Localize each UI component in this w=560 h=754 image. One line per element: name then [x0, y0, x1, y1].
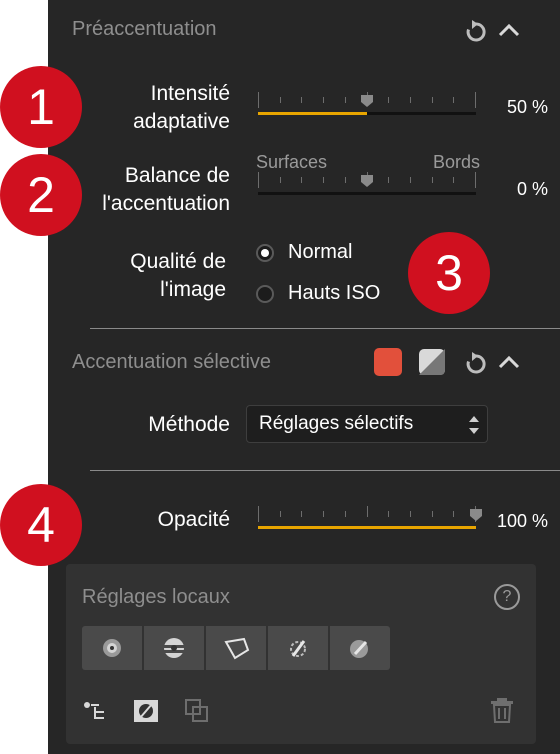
control-point-tool[interactable]: [82, 626, 142, 670]
slider-tick: [258, 172, 259, 188]
color-swatch[interactable]: [374, 348, 402, 376]
mask-toggle-icon[interactable]: [132, 698, 160, 724]
method-select[interactable]: Réglages sélectifs: [246, 405, 488, 443]
reset-icon[interactable]: [464, 20, 490, 44]
slider-tick: [388, 511, 389, 517]
divider: [90, 328, 560, 329]
slider-fill: [258, 526, 476, 529]
slider-tick: [410, 177, 411, 183]
slider-tick: [367, 506, 368, 517]
intensity-slider[interactable]: [258, 86, 476, 118]
slider-tick: [258, 92, 259, 108]
slider-tick: [432, 97, 433, 103]
method-label: Méthode: [148, 413, 230, 436]
slider-tick: [323, 511, 324, 517]
collapse-chevron-icon[interactable]: [498, 354, 520, 370]
slider-tick: [323, 97, 324, 103]
collapse-chevron-icon[interactable]: [498, 22, 520, 38]
slider-tick: [453, 511, 454, 517]
local-adjustments-panel: Réglages locaux ?: [66, 564, 536, 744]
badge-1: 1: [0, 66, 82, 148]
intensity-value: 50 %: [506, 97, 548, 117]
slider-tick: [432, 511, 433, 517]
slider-tick: [410, 511, 411, 517]
local-adjustments-title: Réglages locaux: [82, 586, 230, 608]
trash-icon[interactable]: [488, 696, 516, 724]
slider-tick: [388, 97, 389, 103]
slider-tick: [345, 97, 346, 103]
slider-tick: [280, 97, 281, 103]
eyedropper-tool[interactable]: [330, 626, 390, 670]
slider-tick: [432, 177, 433, 183]
eyedropper-icon: [350, 640, 368, 658]
slider-tick: [301, 97, 302, 103]
slider-tick: [280, 511, 281, 517]
slider-tick: [301, 511, 302, 517]
auto-mask-brush-icon: [290, 640, 306, 657]
slider-tick: [453, 177, 454, 183]
graduated-filter-tool[interactable]: [144, 626, 204, 670]
quality-high-iso-radio[interactable]: [256, 285, 274, 303]
gradient-toggle-icon[interactable]: [418, 348, 446, 376]
balance-slider[interactable]: [258, 166, 476, 198]
control-point-icon: [103, 639, 121, 657]
slider-tick: [475, 172, 476, 188]
quality-normal-radio[interactable]: [256, 244, 274, 262]
method-select-value: Réglages sélectifs: [259, 413, 414, 434]
quality-high-iso-label[interactable]: Hauts ISO: [288, 282, 380, 305]
polygon-tool[interactable]: [206, 626, 266, 670]
opacity-value: 100 %: [496, 511, 548, 531]
slider-tick: [301, 177, 302, 183]
badge-4: 4: [0, 484, 82, 566]
intensity-label: Intensité adaptative: [133, 82, 230, 133]
auto-mask-tool[interactable]: [268, 626, 328, 670]
slider-thumb[interactable]: [360, 94, 374, 108]
slider-tick: [323, 177, 324, 183]
reset-icon[interactable]: [464, 352, 490, 376]
badge-2: 2: [0, 154, 82, 236]
slider-tick: [388, 177, 389, 183]
badge-3: 3: [408, 232, 490, 314]
quality-label: Qualité de l'image: [130, 250, 226, 301]
slider-tick: [453, 97, 454, 103]
updown-arrows-icon: [469, 416, 479, 434]
slider-tick: [410, 97, 411, 103]
selective-section-title: Accentuation sélective: [72, 351, 272, 373]
slider-thumb[interactable]: [360, 174, 374, 188]
quality-normal-label[interactable]: Normal: [288, 241, 352, 264]
slider-tick: [475, 92, 476, 108]
duplicate-icon[interactable]: [184, 698, 210, 724]
graduated-filter-icon: [164, 638, 184, 658]
balance-value: 0 %: [516, 179, 548, 199]
slider-tick: [345, 177, 346, 183]
sharpening-section-title: Préaccentuation: [72, 18, 217, 40]
divider: [90, 470, 560, 471]
slider-tick: [345, 511, 346, 517]
slider-fill: [258, 112, 367, 115]
balance-label: Balance de l'accentuation: [102, 164, 230, 215]
opacity-slider[interactable]: [258, 500, 482, 532]
help-icon[interactable]: ?: [494, 584, 520, 610]
opacity-label: Opacité: [157, 508, 230, 531]
slider-tick: [258, 506, 259, 522]
polygon-mask-icon: [224, 637, 250, 660]
hierarchy-list-icon[interactable]: [82, 700, 108, 722]
slider-tick: [280, 177, 281, 183]
